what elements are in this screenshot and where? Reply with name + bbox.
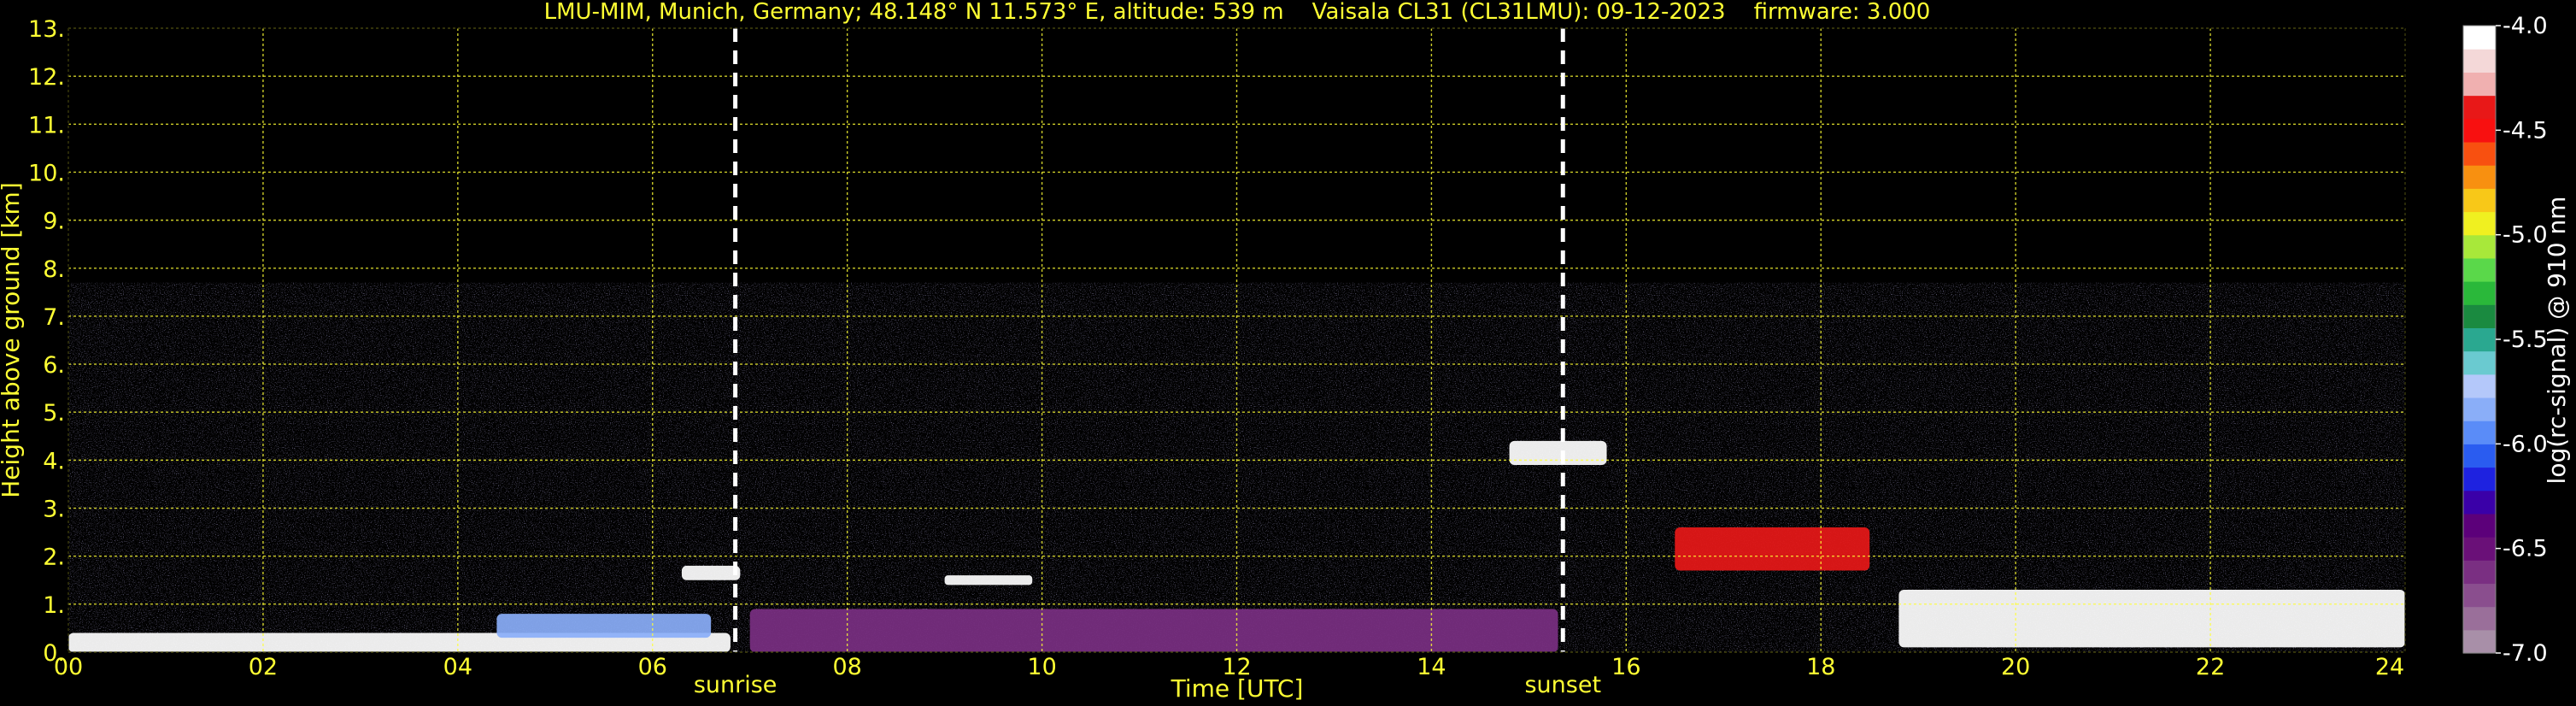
colorbar-segment — [2463, 281, 2496, 305]
y-tick-label: 3. — [43, 497, 65, 523]
x-tick-label: 16 — [1611, 654, 1640, 680]
x-tick-label: 10 — [1027, 654, 1056, 680]
colorbar-segment — [2463, 583, 2496, 608]
x-tick-label: 06 — [638, 654, 667, 680]
colorbar-segment — [2463, 95, 2496, 120]
x-tick-label: 20 — [2001, 654, 2030, 680]
y-tick-label: 9. — [43, 209, 65, 235]
colorbar-segment — [2463, 257, 2496, 282]
x-tick-label: 04 — [443, 654, 472, 680]
cloud-feature — [1675, 527, 1870, 571]
colorbar: -7.0 -6.5 -6.0 -5.5 -5.0 -4.5 -4.0 — [2462, 13, 2548, 667]
colorbar-segment — [2463, 234, 2496, 259]
y-tick-label: 11. — [28, 112, 65, 138]
colorbar-segment — [2463, 537, 2496, 561]
colorbar-segment — [2463, 374, 2496, 398]
boundary-layer-feature — [749, 609, 1558, 652]
colorbar-segment — [2463, 560, 2496, 585]
colorbar-tick-label: -5.0 — [2503, 222, 2548, 249]
colorbar-segment — [2463, 421, 2496, 444]
x-tick-label: 24 — [2375, 654, 2404, 680]
sunset-label: sunset — [1524, 672, 1601, 698]
colorbar-segment — [2463, 49, 2496, 73]
colorbar-segment — [2463, 165, 2496, 189]
y-tick-label: 13. — [28, 16, 65, 43]
sunrise-label: sunrise — [694, 672, 777, 698]
cloud-feature — [1509, 440, 1607, 465]
colorbar-segment — [2463, 141, 2496, 166]
y-tick-label: 4. — [43, 448, 65, 474]
colorbar-segment — [2463, 304, 2496, 329]
colorbar-segment — [2463, 490, 2496, 515]
y-tick-label: 12. — [28, 64, 65, 91]
cloud-feature — [681, 565, 741, 580]
colorbar-segment — [2463, 629, 2496, 654]
colorbar-segment — [2463, 118, 2496, 143]
x-tick-label: 14 — [1417, 654, 1446, 680]
colorbar-tick-label: -4.0 — [2503, 13, 2548, 39]
y-tick-label: 1. — [43, 592, 65, 619]
cloud-feature — [1898, 590, 2405, 648]
x-tick-label: 08 — [832, 654, 861, 680]
colorbar-segment — [2463, 397, 2496, 421]
colorbar-segment — [2463, 467, 2496, 491]
chart-title: LMU-MIM, Munich, Germany; 48.148° N 11.5… — [544, 0, 1931, 25]
cloud-feature — [944, 575, 1033, 585]
colorbar-tick-label: -7.0 — [2503, 640, 2548, 667]
colorbar-segment — [2463, 606, 2496, 631]
colorbar-tick-label: -6.5 — [2503, 536, 2548, 562]
colorbar-tick-label: -5.5 — [2503, 327, 2548, 353]
colorbar-segment — [2463, 350, 2496, 375]
x-axis-label: Time [UTC] — [1171, 674, 1304, 703]
x-tick-label: 18 — [1806, 654, 1835, 680]
colorbar-tick-label: -6.0 — [2503, 431, 2548, 457]
y-tick-label: 0. — [43, 640, 65, 667]
x-tick-label: 22 — [2196, 654, 2225, 680]
colorbar-segment — [2463, 72, 2496, 97]
aerosol-layer-feature — [496, 614, 712, 638]
colorbar-segment — [2463, 327, 2496, 352]
y-tick-label: 2. — [43, 544, 65, 571]
colorbar-segment — [2463, 188, 2496, 213]
colorbar-segment — [2463, 26, 2496, 50]
y-tick-label: 6. — [43, 352, 65, 379]
colorbar-segment — [2463, 444, 2496, 468]
y-tick-label: 5. — [43, 400, 65, 427]
x-tick-label: 02 — [249, 654, 278, 680]
y-axis-label: Height above ground [km] — [0, 182, 25, 498]
ceilometer-chart: sunrise sunset 00 02 04 06 08 10 12 14 16 18 20 22 24… — [0, 0, 2571, 703]
colorbar-label: log(rc-signal) @ 910 nm — [2543, 197, 2571, 485]
colorbar-segment — [2463, 211, 2496, 236]
colorbar-tick-label: -4.5 — [2503, 117, 2548, 144]
y-tick-label: 7. — [43, 304, 65, 331]
colorbar-segment — [2463, 513, 2496, 538]
y-tick-label: 10. — [28, 160, 65, 186]
y-tick-label: 8. — [43, 256, 65, 283]
